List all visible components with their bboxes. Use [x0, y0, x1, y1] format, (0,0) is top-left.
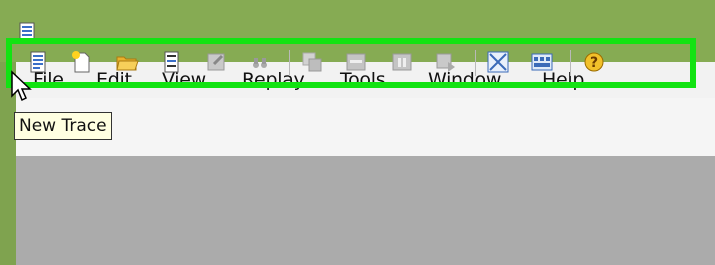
copy-icon: [302, 52, 322, 72]
toolbar-separator: [289, 50, 290, 76]
svg-text:?: ?: [590, 55, 598, 71]
properties-icon[interactable]: [160, 50, 184, 74]
toolbar-separator: [475, 50, 476, 76]
tooltip-new-trace: New Trace: [14, 112, 112, 140]
pause-icon: [392, 53, 412, 71]
activity-monitor-icon[interactable]: [486, 50, 510, 74]
folder-open-icon[interactable]: [115, 50, 139, 74]
binoculars-icon: [253, 58, 267, 68]
toolbar-separator: [570, 50, 571, 76]
mouse-cursor-icon: [11, 70, 32, 102]
app-window: File Edit View Replay Tools Window Help: [16, 62, 715, 265]
stop-icon: [436, 53, 455, 72]
help-icon[interactable]: ?: [582, 50, 606, 74]
save-icon: [207, 53, 225, 71]
toolbar: [16, 98, 715, 156]
new-template-icon[interactable]: [70, 50, 94, 74]
clear-icon: [346, 53, 366, 71]
performance-icon[interactable]: [530, 50, 554, 74]
